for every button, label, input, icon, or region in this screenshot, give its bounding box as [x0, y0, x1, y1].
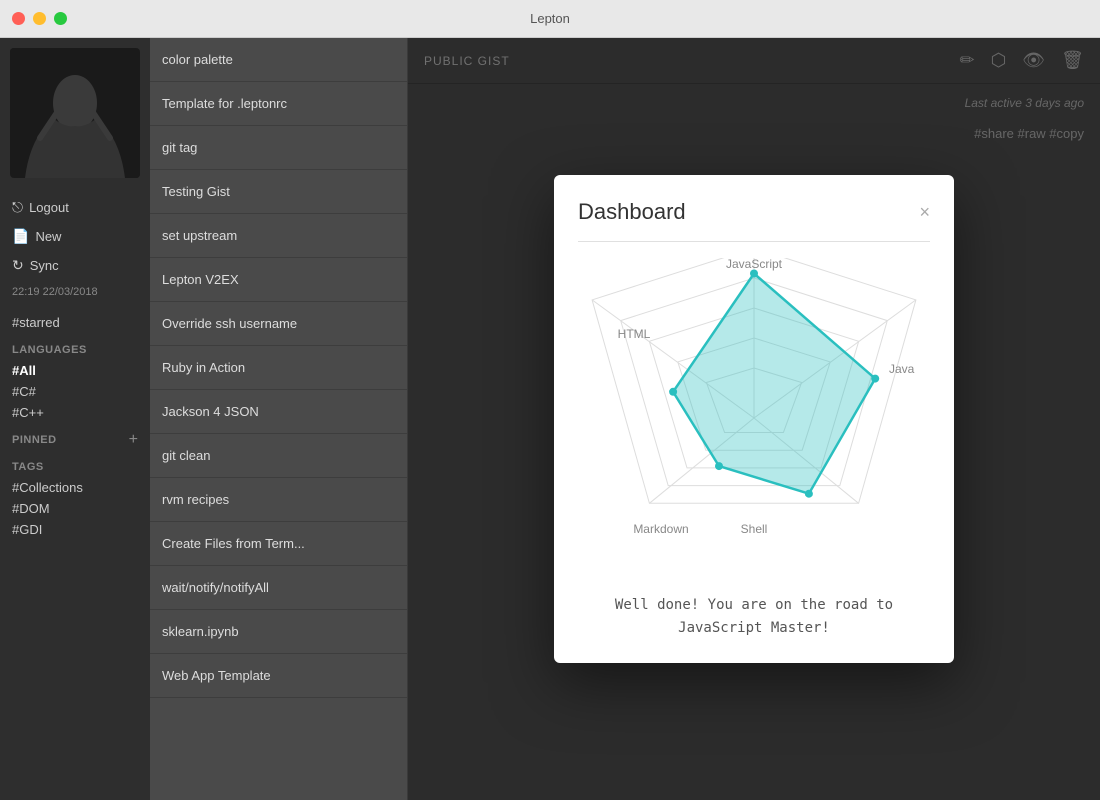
radar-dot-markdown — [715, 462, 723, 470]
list-item[interactable]: Web App Template — [150, 654, 407, 698]
close-button[interactable] — [12, 12, 25, 25]
sidebar-tag-csharp[interactable]: #C# — [0, 381, 150, 402]
list-item[interactable]: git tag — [150, 126, 407, 170]
list-panel: color paletteTemplate for .leptonrcgit t… — [150, 38, 408, 800]
list-item[interactable]: color palette — [150, 38, 407, 82]
list-item[interactable]: set upstream — [150, 214, 407, 258]
label-javascript: JavaScript — [726, 258, 783, 271]
sidebar-menu: ⎋ Logout 📄 New ↻ Sync 22:19 22/03/2018 — [0, 188, 150, 309]
sidebar: ⎋ Logout 📄 New ↻ Sync 22:19 22/03/2018 #… — [0, 38, 150, 800]
list-item[interactable]: wait/notify/notifyAll — [150, 566, 407, 610]
tags-title: TAGS — [0, 453, 150, 477]
avatar — [10, 48, 140, 178]
sidebar-tag-dom[interactable]: #DOM — [0, 498, 150, 519]
modal-dialog: Dashboard × — [554, 175, 954, 663]
modal-overlay[interactable]: Dashboard × — [408, 38, 1100, 800]
label-markdown: Markdown — [633, 522, 688, 536]
list-item[interactable]: Jackson 4 JSON — [150, 390, 407, 434]
list-item[interactable]: git clean — [150, 434, 407, 478]
sidebar-tag-cpp[interactable]: #C++ — [0, 402, 150, 423]
radar-dot-shell — [805, 490, 813, 498]
sidebar-item-new[interactable]: 📄 New — [0, 222, 150, 251]
app-title: Lepton — [530, 11, 570, 26]
languages-title: LANGUAGES — [0, 336, 150, 360]
maximize-button[interactable] — [54, 12, 67, 25]
new-icon: 📄 — [12, 228, 29, 245]
sidebar-tag-all[interactable]: #All — [0, 360, 150, 381]
sync-icon: ↻ — [12, 257, 24, 274]
list-item[interactable]: Override ssh username — [150, 302, 407, 346]
radar-dot-html — [669, 388, 677, 396]
list-item[interactable]: Testing Gist — [150, 170, 407, 214]
pinned-row: PINNED + — [0, 423, 150, 453]
content-panel: PUBLIC GIST ✏ ⬡ 👁 🗑 Last active 3 days a… — [408, 38, 1100, 800]
avatar-image — [10, 48, 140, 178]
label-html: HTML — [618, 327, 651, 341]
list-item[interactable]: sklearn.ipynb — [150, 610, 407, 654]
list-item[interactable]: Create Files from Term... — [150, 522, 407, 566]
sidebar-item-logout[interactable]: ⎋ Logout — [0, 193, 150, 222]
label-java: Java — [889, 362, 915, 376]
list-item[interactable]: Lepton V2EX — [150, 258, 407, 302]
radar-svg: Shell Markdown HTML JavaScript Java — [584, 258, 924, 578]
minimize-button[interactable] — [33, 12, 46, 25]
sidebar-tag-gdi[interactable]: #GDI — [0, 519, 150, 540]
modal-title: Dashboard — [578, 199, 686, 225]
app-body: ⎋ Logout 📄 New ↻ Sync 22:19 22/03/2018 #… — [0, 38, 1100, 800]
sidebar-item-starred[interactable]: #starred — [0, 309, 150, 336]
traffic-lights — [12, 12, 67, 25]
modal-close-button[interactable]: × — [919, 203, 930, 221]
logout-icon: ⎋ — [12, 199, 23, 216]
title-bar: Lepton — [0, 0, 1100, 38]
radar-dot-java — [871, 375, 879, 383]
sidebar-tag-collections[interactable]: #Collections — [0, 477, 150, 498]
list-item[interactable]: Template for .leptonrc — [150, 82, 407, 126]
modal-header: Dashboard × — [578, 199, 930, 225]
pinned-add-button[interactable]: + — [129, 431, 138, 449]
label-shell: Shell — [741, 522, 768, 536]
list-item[interactable]: Ruby in Action — [150, 346, 407, 390]
datetime-label: 22:19 22/03/2018 — [0, 280, 150, 304]
modal-divider — [578, 241, 930, 242]
list-item[interactable]: rvm recipes — [150, 478, 407, 522]
pinned-title: PINNED — [12, 434, 57, 446]
modal-message: Well done! You are on the road toJavaScr… — [578, 594, 930, 639]
radar-chart: Shell Markdown HTML JavaScript Java — [578, 258, 930, 578]
sidebar-item-sync[interactable]: ↻ Sync — [0, 251, 150, 280]
